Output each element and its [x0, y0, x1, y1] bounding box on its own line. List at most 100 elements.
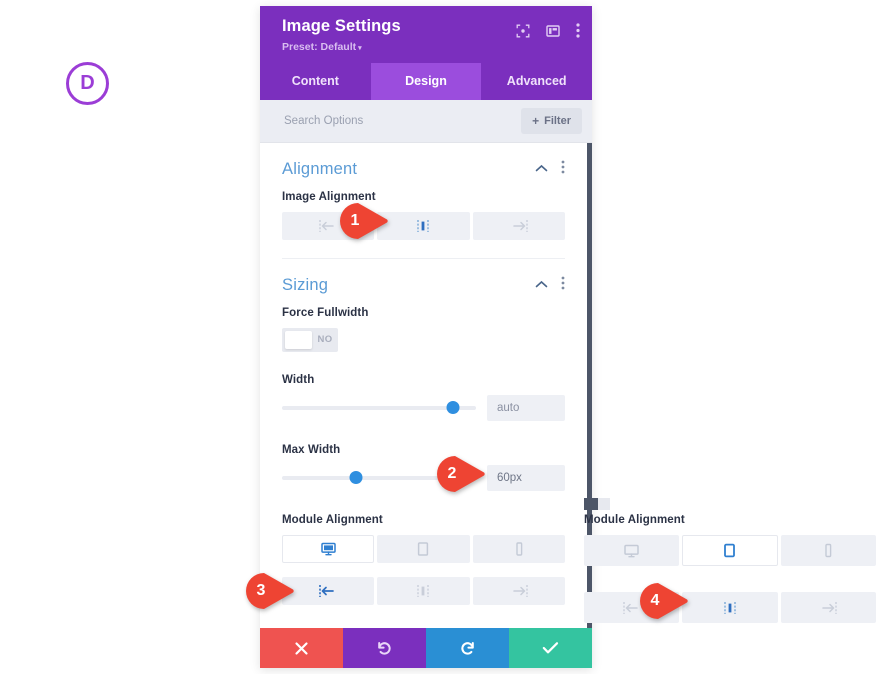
check-icon: [542, 642, 559, 654]
image-alignment-group: [282, 211, 565, 240]
preset-label: Preset: Default: [282, 40, 357, 53]
width-slider[interactable]: [282, 399, 476, 417]
field-label-image-alignment: Image Alignment: [282, 190, 376, 203]
section-sizing: Sizing Force Fullwidth NO Width auto Max…: [260, 259, 587, 605]
callout-marker-4-number: 4: [650, 592, 660, 609]
width-value: auto: [497, 401, 520, 414]
desktop-icon: [320, 542, 336, 556]
panel-action-bar: [260, 628, 592, 668]
field-image-alignment: Image Alignment: [282, 191, 565, 240]
force-fullwidth-toggle[interactable]: NO: [282, 327, 338, 352]
max-width-value-input[interactable]: 60px: [487, 464, 565, 491]
divi-logo: D: [66, 62, 109, 105]
slider-thumb[interactable]: [446, 401, 460, 415]
align-center-icon: [417, 584, 430, 597]
callout-marker-2-number: 2: [447, 465, 457, 482]
section-title-alignment: Alignment: [282, 159, 358, 178]
module-align-right-button[interactable]: [472, 576, 565, 605]
callout-marker-1: 1: [337, 203, 389, 239]
callout-marker-2: 2: [434, 456, 486, 492]
module-align-left-button[interactable]: [282, 576, 375, 605]
tablet-icon: [418, 542, 429, 556]
redo-icon: [461, 641, 474, 655]
device-tablet-button[interactable]: [682, 535, 778, 566]
image-settings-panel: Image Settings Preset: Default ▾ Content…: [260, 6, 592, 668]
section-sizing-header[interactable]: Sizing: [282, 259, 565, 307]
align-right-button[interactable]: [472, 211, 565, 240]
chevron-up-icon[interactable]: [535, 276, 548, 294]
align-center-button[interactable]: [377, 211, 470, 240]
section-alignment: Alignment Image Alignment: [260, 143, 587, 259]
filter-button-label: Filter: [544, 114, 571, 127]
search-input[interactable]: [282, 113, 522, 128]
tablet-icon: [724, 543, 736, 558]
module-align-center-button[interactable]: [682, 592, 778, 623]
phone-icon: [516, 542, 523, 556]
desktop-icon: [624, 544, 639, 557]
chevron-down-icon: ▾: [358, 44, 362, 52]
align-right-icon: [513, 219, 528, 232]
align-right-icon: [513, 584, 528, 597]
toggle-value: NO: [317, 334, 333, 346]
field-force-fullwidth: Force Fullwidth NO: [282, 307, 565, 352]
panel-scrollbar-stub: [584, 498, 598, 510]
max-width-value: 60px: [497, 471, 522, 484]
divi-logo-letter: D: [80, 72, 95, 94]
align-center-icon: [417, 219, 430, 232]
layout-panel-icon[interactable]: [546, 24, 560, 43]
field-max-width: Max Width 60px: [282, 444, 565, 491]
undo-button[interactable]: [343, 628, 426, 668]
module-align-right-button[interactable]: [780, 592, 876, 623]
tab-design[interactable]: Design: [370, 62, 482, 100]
device-phone-button[interactable]: [472, 534, 565, 563]
device-desktop-button[interactable]: [584, 535, 680, 566]
device-desktop-button[interactable]: [282, 534, 375, 563]
callout-marker-3-number: 3: [256, 582, 266, 599]
tab-content[interactable]: Content: [260, 63, 371, 100]
field-label-force-fullwidth: Force Fullwidth: [282, 306, 369, 319]
toggle-knob: [285, 330, 312, 349]
section-alignment-header[interactable]: Alignment: [282, 143, 565, 191]
field-module-alignment-position: [282, 576, 565, 605]
phone-icon: [825, 543, 832, 558]
field-label-max-width: Max Width: [282, 443, 341, 456]
align-left-icon: [319, 584, 335, 597]
redo-button[interactable]: [426, 628, 509, 668]
module-alignment-device-group: [282, 534, 565, 563]
section-title-sizing: Sizing: [282, 275, 329, 294]
right-panel-label: Module Alignment: [584, 514, 685, 526]
field-width: Width auto: [282, 374, 565, 421]
chevron-up-icon[interactable]: [535, 160, 548, 178]
module-alignment-position-group: [282, 576, 565, 605]
cancel-button[interactable]: [260, 628, 343, 668]
more-options-icon[interactable]: [561, 160, 565, 179]
callout-marker-3: 3: [243, 573, 295, 609]
panel-tabs: Content Design Advanced: [260, 62, 592, 100]
close-icon: [295, 641, 308, 655]
slider-thumb[interactable]: [349, 471, 363, 485]
more-options-icon[interactable]: [576, 23, 580, 43]
align-center-icon: [724, 601, 736, 614]
device-tablet-button[interactable]: [377, 534, 470, 563]
panel-header: Image Settings Preset: Default ▾: [260, 6, 592, 63]
width-value-input[interactable]: auto: [487, 394, 565, 421]
device-phone-button[interactable]: [780, 535, 876, 566]
undo-icon: [378, 641, 391, 655]
fullscreen-icon[interactable]: [516, 24, 530, 43]
module-alignment-tablet-panel: Module Alignment: [584, 498, 876, 623]
panel-scroll-area[interactable]: Alignment Image Alignment Sizing Force F…: [260, 142, 592, 628]
field-label-module-alignment: Module Alignment: [282, 513, 383, 526]
right-device-group: [584, 535, 876, 566]
search-bar: + Filter: [260, 99, 592, 143]
panel-edge-stub: [598, 498, 610, 510]
more-options-icon[interactable]: [561, 276, 565, 295]
header-icon-group: [516, 23, 580, 43]
callout-marker-1-number: 1: [350, 212, 360, 229]
tab-advanced[interactable]: Advanced: [481, 63, 592, 100]
right-align-group: [584, 592, 876, 623]
save-button[interactable]: [509, 628, 592, 668]
field-module-alignment: Module Alignment: [282, 514, 565, 563]
callout-marker-4: 4: [637, 583, 689, 619]
filter-button[interactable]: + Filter: [521, 107, 582, 134]
module-align-center-button[interactable]: [377, 576, 470, 605]
